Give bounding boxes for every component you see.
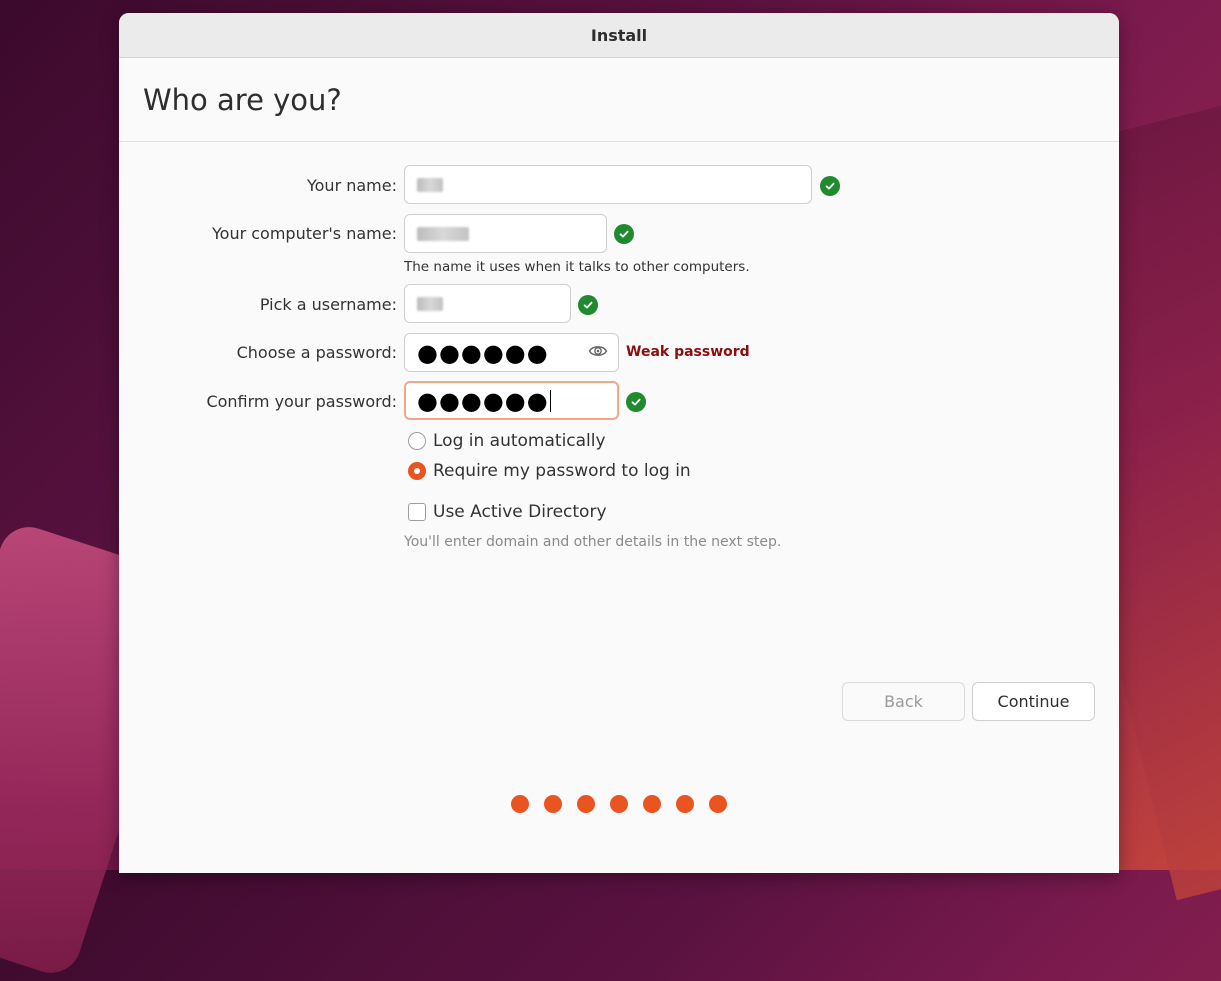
installer-window: Install Who are you? Your name: Your com… (119, 13, 1119, 873)
redacted-value (417, 296, 443, 311)
progress-dot (709, 795, 727, 813)
checkbox[interactable] (408, 503, 426, 521)
progress-dot (610, 795, 628, 813)
name-label: Your name: (306, 176, 397, 195)
password-value: ●●●●●● (417, 338, 549, 367)
progress-dot (676, 795, 694, 813)
computer-name-hint: The name it uses when it talks to other … (404, 259, 750, 275)
continue-button[interactable]: Continue (972, 682, 1095, 721)
active-directory-label: Use Active Directory (433, 502, 607, 522)
redacted-value (417, 226, 469, 241)
progress-dot (511, 795, 529, 813)
confirm-password-value: ●●●●●● (417, 386, 549, 415)
redacted-value (417, 177, 443, 192)
eye-icon[interactable] (588, 343, 608, 363)
username-label: Pick a username: (259, 295, 397, 314)
require-password-label: Require my password to log in (433, 461, 691, 481)
active-directory-option[interactable]: Use Active Directory (408, 502, 607, 522)
confirm-password-field[interactable]: ●●●●●● (404, 381, 619, 420)
login-automatically-option[interactable]: Log in automatically (408, 431, 606, 451)
check-circle-icon (626, 392, 646, 412)
username-field[interactable] (404, 284, 571, 323)
confirm-password-label: Confirm your password: (206, 392, 397, 411)
password-strength-text: Weak password (626, 344, 750, 360)
computer-name-label: Your computer's name: (212, 224, 397, 243)
password-label: Choose a password: (236, 343, 397, 362)
password-field[interactable]: ●●●●●● (404, 333, 619, 372)
progress-dots (511, 795, 727, 813)
text-caret (549, 389, 551, 412)
progress-dot (577, 795, 595, 813)
active-directory-hint: You'll enter domain and other details in… (404, 534, 782, 550)
name-field[interactable] (404, 165, 812, 204)
user-form: Your name: Your computer's name: The nam… (119, 13, 1119, 873)
radio-button-selected[interactable] (408, 462, 426, 480)
check-circle-icon (614, 224, 634, 244)
check-circle-icon (578, 295, 598, 315)
progress-dot (643, 795, 661, 813)
require-password-option[interactable]: Require my password to log in (408, 461, 691, 481)
computer-name-field[interactable] (404, 214, 607, 253)
progress-dot (544, 795, 562, 813)
back-button[interactable]: Back (842, 682, 965, 721)
login-automatically-label: Log in automatically (433, 431, 606, 451)
radio-button[interactable] (408, 432, 426, 450)
check-circle-icon (820, 176, 840, 196)
